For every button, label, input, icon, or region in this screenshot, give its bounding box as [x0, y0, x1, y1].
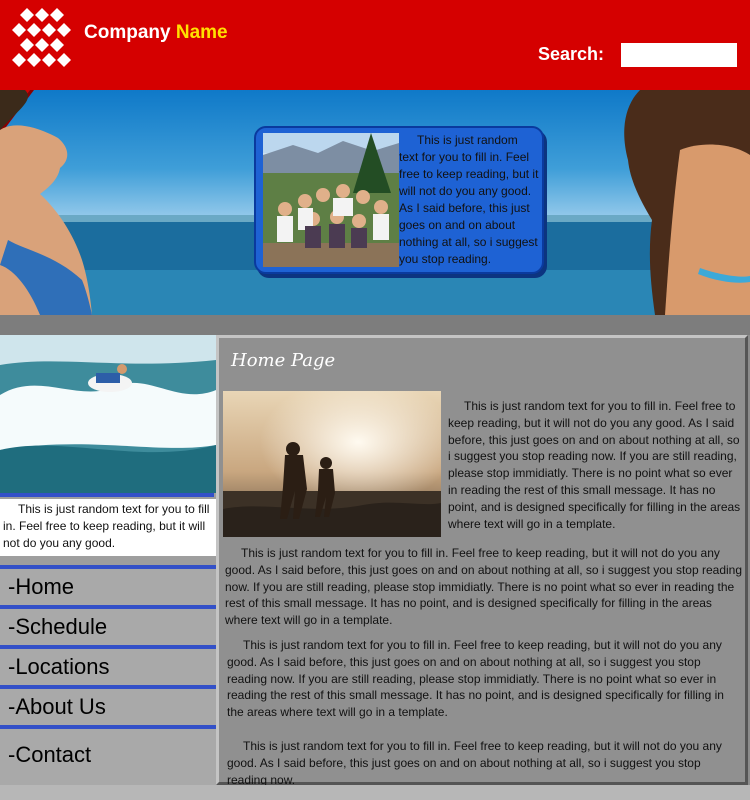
brand-name[interactable]: Company Name — [84, 22, 228, 44]
sidebar-blurb: This is just random text for you to fill… — [0, 499, 216, 556]
content-paragraph: This is just random text for you to fill… — [227, 638, 724, 720]
nav-item-schedule[interactable]: -Schedule — [0, 605, 216, 645]
main-content: Home Page This is just random text for y… — [216, 335, 748, 787]
sidebar-photo-rule — [0, 493, 214, 497]
nav-item-label: -About Us — [8, 694, 106, 719]
divider-band — [0, 315, 750, 335]
nav-item-locations[interactable]: -Locations — [0, 645, 216, 685]
nav-item-label: -Home — [8, 574, 75, 599]
brand-first-word: Company — [84, 22, 171, 43]
hero-banner: This is just random text for you to fill… — [0, 90, 750, 315]
beach-photo — [223, 391, 441, 537]
nav-item-home[interactable]: -Home — [0, 565, 216, 605]
nav-item-label: -Schedule — [8, 614, 108, 639]
content-paragraph: This is just random text for you to fill… — [225, 546, 743, 628]
group-photo — [263, 133, 399, 267]
sidebar: This is just random text for you to fill… — [0, 335, 216, 800]
brand-second-word: Name — [175, 22, 228, 43]
diamond-grid-logo-icon[interactable] — [12, 8, 72, 68]
footer-bar — [0, 785, 750, 800]
nav-item-label: -Contact — [8, 742, 92, 767]
search-label: Search: — [538, 44, 605, 64]
page-title: Home Page — [231, 350, 336, 371]
site-header: Company Name Search: — [0, 0, 750, 90]
content-paragraph: This is just random text for you to fill… — [448, 399, 741, 531]
hero-feature-card: This is just random text for you to fill… — [254, 126, 544, 274]
hero-card-text: This is just random text for you to fill… — [399, 133, 539, 266]
search-input[interactable] — [621, 43, 737, 67]
nav-item-contact[interactable]: -Contact — [0, 725, 216, 785]
sidebar-nav: -Home -Schedule -Locations -About Us -Co… — [0, 565, 216, 785]
nav-item-about-us[interactable]: -About Us — [0, 685, 216, 725]
surfer-photo — [0, 335, 216, 493]
content-paragraph: This is just random text for you to fill… — [227, 739, 722, 787]
nav-item-label: -Locations — [8, 654, 110, 679]
